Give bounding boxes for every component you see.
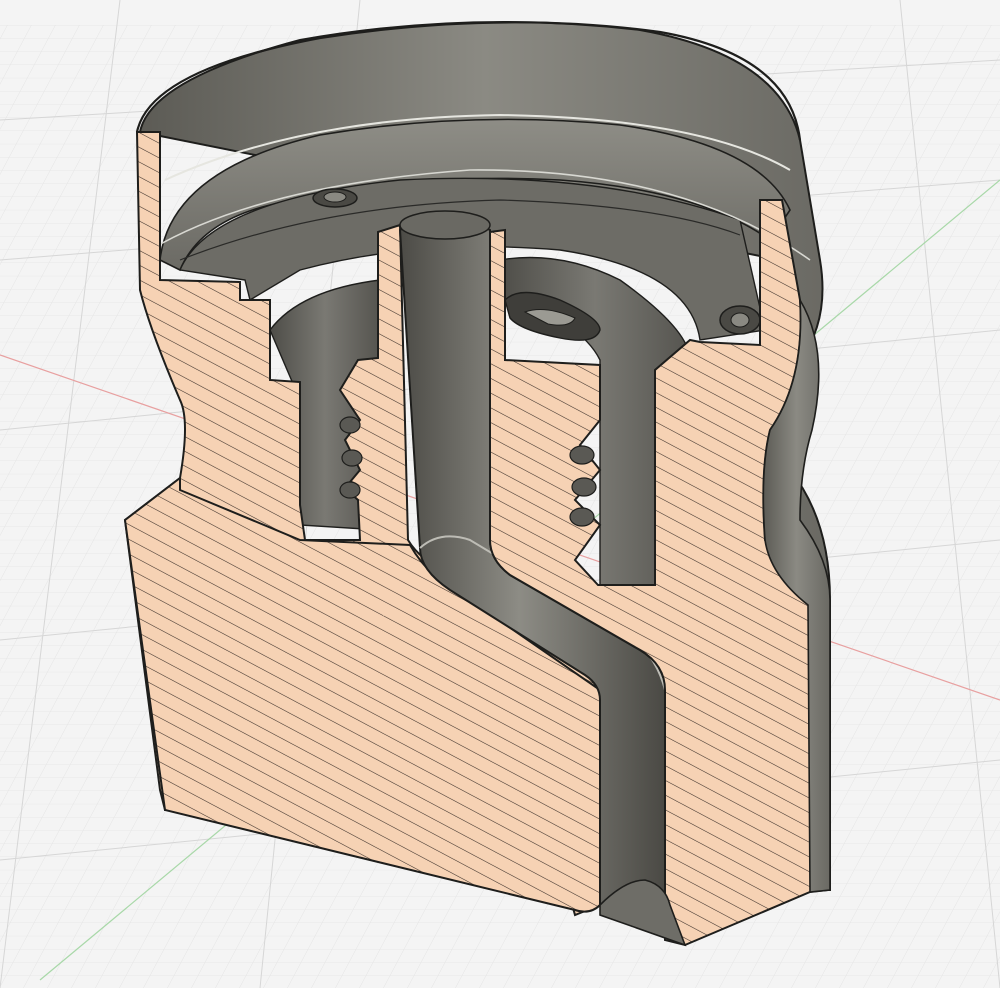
viewport-canvas[interactable] [0, 0, 1000, 988]
cad-3d-viewport[interactable] [0, 0, 1000, 988]
thread-ridges-right [569, 445, 597, 527]
thread-ridges-left [339, 416, 363, 499]
